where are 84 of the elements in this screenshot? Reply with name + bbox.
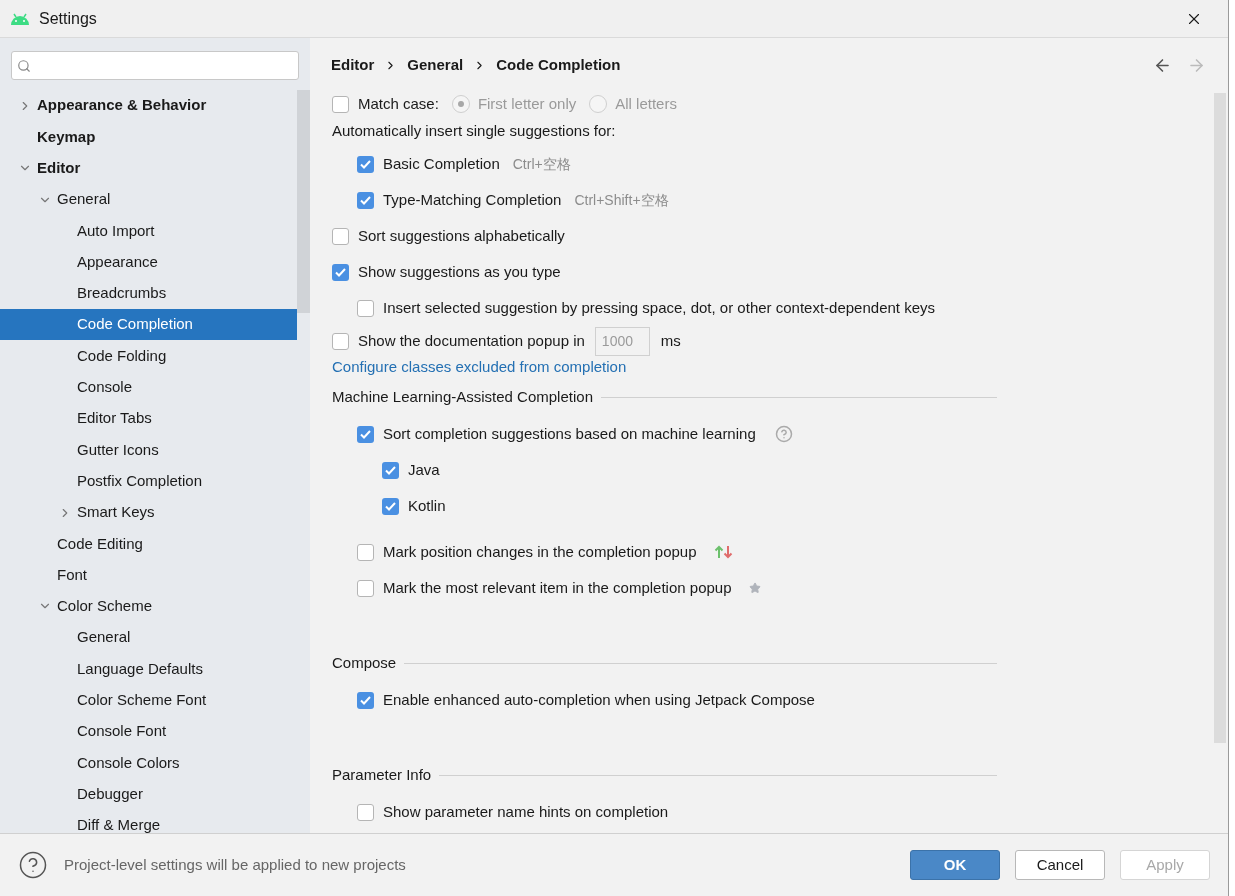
checkbox[interactable] [332, 264, 349, 281]
checkbox-label: Enable enhanced auto-completion when using Jetpack Compose [383, 689, 815, 710]
checkbox-label: Show parameter name hints on completion [383, 801, 669, 822]
checkbox-label: Sort completion suggestions based on machine learning [383, 423, 756, 444]
section-title: Machine Learning-Assisted Completion [332, 386, 593, 407]
tree-item[interactable]: Debugger [0, 778, 297, 810]
up-down-arrows-icon [713, 545, 734, 559]
scrollbar[interactable] [297, 90, 310, 313]
tree-item[interactable]: Console Colors [0, 747, 297, 779]
checkbox-label: Insert selected suggestion by pressing space, dot, or other context-dependent keys [383, 298, 935, 319]
tree-item[interactable]: Gutter Icons [0, 434, 297, 466]
radio-button[interactable] [589, 95, 608, 114]
tree-item[interactable]: Smart Keys [0, 496, 297, 529]
tree-item[interactable]: Color Scheme [0, 590, 297, 623]
tree-item[interactable]: Language Defaults [0, 653, 297, 685]
star-icon [748, 582, 761, 594]
checkbox-label: Show the documentation popup in [358, 330, 585, 351]
checkbox-label: Type-Matching Completion [383, 190, 562, 211]
tree-item[interactable]: Postfix Completion [0, 465, 297, 497]
tree-item[interactable]: Code Editing [0, 528, 297, 560]
check-icon [385, 465, 396, 475]
tree-item[interactable]: Color Scheme Font [0, 684, 297, 716]
check-icon [360, 160, 371, 169]
checkbox-label: Mark the most relevant item in the completion popup [383, 577, 732, 598]
unit-label: ms [660, 330, 681, 351]
radio-label: All letters [615, 94, 677, 114]
section-title: Compose [332, 652, 397, 673]
tree-item[interactable]: Appearance [0, 246, 297, 278]
checkbox-label: Basic Completion [383, 154, 500, 175]
footer-hint: Project-level settings will be applied to new projects [64, 854, 406, 875]
check-icon [385, 501, 396, 511]
checkbox[interactable] [382, 461, 399, 479]
tree-item[interactable]: Font [0, 559, 297, 591]
tree-item[interactable]: Auto Import [0, 215, 297, 247]
tree-item[interactable]: Keymap [0, 121, 297, 153]
checkbox[interactable] [382, 497, 399, 515]
tree-item[interactable]: Code Completion [0, 309, 297, 341]
checkbox[interactable] [332, 228, 349, 245]
check-icon [335, 268, 346, 277]
breadcrumb-item[interactable]: Code Completion [496, 54, 621, 77]
checkbox-label: Java [408, 459, 440, 480]
checkbox[interactable] [357, 300, 374, 317]
checkbox[interactable] [357, 579, 374, 597]
checkbox[interactable] [357, 691, 374, 709]
tree-item[interactable]: General [0, 622, 297, 654]
shortcut-hint: Ctrl+Shift+空格 [574, 191, 669, 210]
checkbox[interactable] [357, 156, 374, 173]
tree-item[interactable]: Editor Tabs [0, 402, 297, 435]
check-icon [360, 695, 371, 705]
radio-button[interactable] [451, 95, 470, 114]
checkbox[interactable] [357, 543, 374, 561]
breadcrumb-item[interactable]: Editor [331, 54, 375, 77]
search-field[interactable] [11, 51, 299, 80]
tree-item[interactable]: Code Folding [0, 340, 297, 372]
window-title: Settings [39, 8, 97, 29]
check-icon [360, 196, 371, 205]
checkbox-label: Show suggestions as you type [358, 262, 561, 283]
section-title: Parameter Info [332, 764, 432, 785]
tree-item[interactable]: General [0, 183, 297, 216]
checkbox[interactable] [357, 192, 374, 209]
tree-item[interactable]: Appearance & Behavior [0, 90, 297, 122]
link[interactable]: Configure classes excluded from completion [332, 355, 627, 378]
checkbox-label: Mark position changes in the completion popup [383, 541, 697, 562]
checkbox-label: Kotlin [408, 495, 446, 516]
breadcrumb-item[interactable]: General [407, 54, 464, 77]
tree-item[interactable]: Diff & Merge [0, 809, 297, 833]
tree-item[interactable]: Editor [0, 152, 297, 184]
group-label: Automatically insert single suggestions for: [332, 120, 616, 141]
checkbox[interactable] [357, 425, 374, 443]
checkbox[interactable] [357, 803, 374, 821]
radio-label: First letter only [477, 94, 577, 114]
check-icon [360, 429, 371, 439]
android-logo-icon [10, 12, 30, 25]
checkbox-label: Match case: [358, 94, 439, 114]
checkbox[interactable] [332, 95, 349, 113]
dialog-button[interactable]: OK [910, 850, 1000, 880]
shortcut-hint: Ctrl+空格 [512, 155, 571, 174]
search-icon [17, 58, 31, 73]
help-icon[interactable] [18, 850, 48, 880]
dialog-button[interactable]: Cancel [1015, 850, 1105, 880]
checkbox-label: Sort suggestions alphabetically [358, 226, 565, 247]
tree-item[interactable]: Breadcrumbs [0, 277, 297, 310]
tree-item[interactable]: Console Font [0, 715, 297, 748]
tree-item[interactable]: Console [0, 371, 297, 403]
